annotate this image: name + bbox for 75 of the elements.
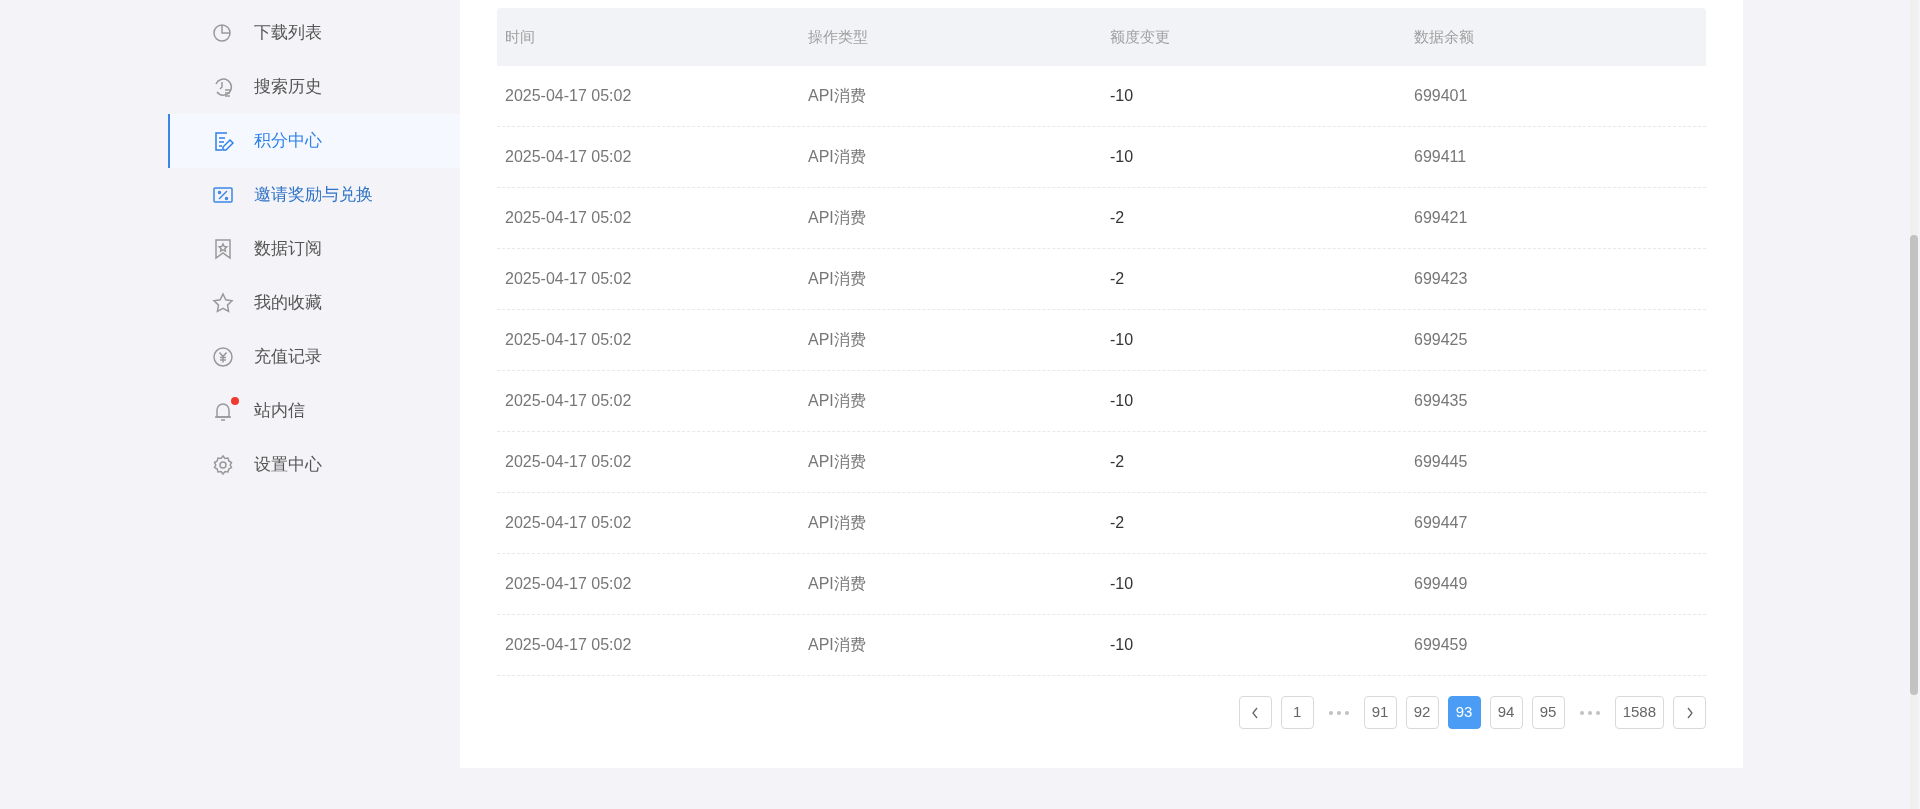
previous-page-button[interactable]: [1238, 696, 1272, 729]
clock-list-icon: [212, 76, 234, 98]
next-page-button[interactable]: [1673, 696, 1706, 729]
page-button[interactable]: 91: [1363, 696, 1397, 729]
table-cell-text: -2: [1110, 208, 1126, 228]
table-cell-text: API消费: [808, 269, 867, 289]
table-cell-text: API消费: [808, 635, 867, 655]
table-cell-text: 699445: [1414, 452, 1469, 472]
column-header: 数据余额: [1414, 26, 1475, 47]
table-cell-text: 2025-04-17 05:02: [505, 513, 633, 533]
yen-coin-icon: [212, 346, 234, 368]
chevron-right-icon: [1685, 706, 1694, 719]
table-cell-text: 2025-04-17 05:02: [505, 330, 633, 350]
table-cell-text: API消费: [808, 208, 867, 228]
table-cell-text: -10: [1110, 391, 1135, 411]
table-cell-text: API消费: [808, 147, 867, 167]
sidebar-item[interactable]: 下载列表: [168, 6, 460, 60]
sidebar-item[interactable]: 设置中心: [168, 438, 460, 492]
table-cell-text: 2025-04-17 05:02: [505, 391, 633, 411]
page-button[interactable]: 94: [1489, 696, 1523, 729]
table-cell-text: -2: [1110, 513, 1126, 533]
notepad-pencil-icon: [212, 130, 234, 152]
table-cell-text: 699435: [1414, 391, 1469, 411]
table-cell-text: API消费: [808, 513, 867, 533]
settings-icon: [212, 454, 234, 476]
table-cell-text: API消费: [808, 574, 867, 594]
table-cell-text: -2: [1110, 452, 1126, 472]
table-cell-text: API消费: [808, 391, 867, 411]
star-icon: [212, 292, 234, 314]
table-cell-text: API消费: [808, 86, 867, 106]
ellipsis-icon: [1328, 710, 1349, 715]
page-button[interactable]: 1588: [1614, 696, 1664, 729]
table-cell-text: API消费: [808, 330, 867, 350]
table-cell-text: 699423: [1414, 269, 1469, 289]
ticket-icon: [212, 184, 234, 206]
table-cell-text: API消费: [808, 452, 867, 472]
table-cell-text: 699421: [1414, 208, 1469, 228]
ellipsis-icon: [1579, 710, 1600, 715]
table-cell-text: -2: [1110, 269, 1126, 289]
table-cell-text: 2025-04-17 05:02: [505, 269, 633, 289]
column-header: 操作类型: [808, 26, 869, 47]
sidebar-item[interactable]: 数据订阅: [168, 222, 460, 276]
sidebar-item[interactable]: 搜索历史: [168, 60, 460, 114]
table-cell-text: -10: [1110, 86, 1135, 106]
table-cell-text: -10: [1110, 330, 1135, 350]
table-cell-text: 699459: [1414, 635, 1469, 655]
column-header: 时间: [505, 26, 536, 47]
chevron-left-icon: [1251, 706, 1260, 719]
table-cell-text: -10: [1110, 635, 1135, 655]
sidebar-item[interactable]: 积分中心: [168, 114, 460, 168]
bookmark-star-icon: [212, 238, 234, 260]
table-cell-text: 2025-04-17 05:02: [505, 147, 633, 167]
column-header: 额度变更: [1110, 26, 1171, 47]
page-button[interactable]: 92: [1405, 696, 1439, 729]
table-cell-text: 2025-04-17 05:02: [505, 86, 633, 106]
scrollbar[interactable]: [1910, 0, 1918, 809]
pie-chart-icon: [212, 22, 234, 44]
table-cell-text: -10: [1110, 574, 1135, 594]
table-cell-text: 2025-04-17 05:02: [505, 452, 633, 472]
page-button[interactable]: 95: [1531, 696, 1565, 729]
table-cell-text: 2025-04-17 05:02: [505, 635, 633, 655]
bell-icon: [212, 400, 234, 422]
sidebar-item[interactable]: 站内信: [168, 384, 460, 438]
table-cell-text: 699411: [1414, 147, 1468, 167]
page-button[interactable]: 1: [1280, 696, 1314, 729]
table-cell-text: 2025-04-17 05:02: [505, 574, 633, 594]
table-cell-text: -10: [1110, 147, 1135, 167]
sidebar-item[interactable]: 邀请奖励与兑换: [168, 168, 460, 222]
table-cell-text: 2025-04-17 05:02: [505, 208, 633, 228]
table-cell-text: 699401: [1414, 86, 1469, 106]
table-cell-text: 699447: [1414, 513, 1469, 533]
sidebar-item[interactable]: 我的收藏: [168, 276, 460, 330]
sidebar-item[interactable]: 充值记录: [168, 330, 460, 384]
table-cell-text: 699425: [1414, 330, 1469, 350]
table-cell-text: 699449: [1414, 574, 1469, 594]
